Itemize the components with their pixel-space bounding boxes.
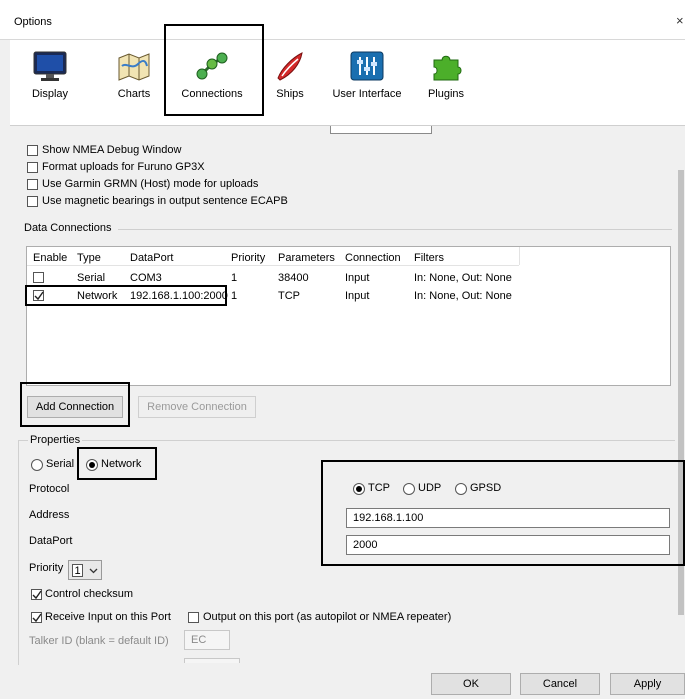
header-divider — [27, 265, 519, 266]
ok-button[interactable]: OK — [431, 673, 511, 695]
options-dialog: Options × Display Charts Connections Shi… — [0, 0, 685, 699]
toolbar-item-display[interactable]: Display — [18, 40, 82, 112]
column-header[interactable]: Filters — [414, 252, 444, 264]
remove-connection-button[interactable]: Remove Connection — [138, 396, 256, 418]
option-label: Use Garmin GRMN (Host) mode for uploads — [42, 178, 259, 190]
toolbar-label: User Interface — [332, 88, 402, 100]
cell-parameters: TCP — [278, 290, 300, 302]
cell-dataport: COM3 — [130, 272, 162, 284]
option-label: Use magnetic bearings in output sentence… — [42, 195, 288, 207]
cut-off-dropdown[interactable] — [330, 126, 432, 134]
output-port-checkbox[interactable] — [188, 612, 199, 623]
apply-button[interactable]: Apply — [610, 673, 685, 695]
column-header[interactable]: Priority — [231, 252, 265, 264]
annotation-box-connections — [164, 24, 264, 116]
ships-icon — [277, 52, 303, 81]
enable-checkbox[interactable] — [33, 272, 44, 283]
receive-input-checkbox[interactable] — [31, 612, 42, 623]
column-header[interactable]: Parameters — [278, 252, 335, 264]
cell-connection: Input — [345, 272, 370, 284]
close-icon[interactable]: × — [676, 13, 684, 28]
category-toolbar: Display Charts Connections Ships User In… — [10, 40, 685, 126]
cancel-button[interactable]: Cancel — [520, 673, 600, 695]
option-label: Format uploads for Furuno GP3X — [42, 161, 205, 173]
option-label: Output on this port (as autopilot or NME… — [203, 611, 452, 623]
toolbar-label: Ships — [276, 88, 304, 100]
option-label: Receive Input on this Port — [45, 611, 171, 623]
checkmark-icon — [32, 613, 42, 623]
user-interface-icon — [350, 51, 384, 81]
title-bar: Options × — [0, 0, 685, 40]
checkbox[interactable] — [27, 162, 38, 173]
address-label: Address — [29, 509, 70, 521]
radio-serial[interactable] — [31, 459, 43, 471]
column-header[interactable]: DataPort — [130, 252, 173, 264]
priority-value: 1 — [72, 564, 83, 577]
protocol-label: Protocol — [29, 483, 70, 495]
group-title: Properties — [28, 434, 83, 446]
cell-type: Serial — [77, 272, 106, 284]
annotation-box-network-radio — [77, 447, 157, 480]
control-checksum-checkbox[interactable] — [31, 589, 42, 600]
annotation-box-protocol-settings — [321, 460, 685, 566]
column-header[interactable]: Connection — [345, 252, 401, 264]
toolbar-label: Display — [31, 88, 69, 100]
cell-priority: 1 — [231, 290, 238, 302]
charts-icon — [118, 53, 150, 81]
toolbar-label: Charts — [117, 88, 151, 100]
column-header[interactable]: Type — [77, 252, 101, 264]
column-header[interactable]: Enable — [33, 252, 67, 264]
cell-connection: Input — [345, 290, 370, 302]
group-title: Data Connections — [24, 222, 112, 234]
toolbar-item-ships[interactable]: Ships — [264, 40, 316, 112]
cut-off-field — [184, 658, 240, 663]
display-icon — [33, 51, 67, 81]
option-label: Control checksum — [45, 588, 134, 600]
annotation-box-network-row — [25, 285, 227, 306]
window-title: Options — [14, 16, 52, 28]
cell-parameters: 38400 — [278, 272, 309, 284]
cell-filters: In: None, Out: None — [414, 272, 512, 284]
priority-label: Priority — [29, 562, 64, 574]
cell-filters: In: None, Out: None — [414, 290, 512, 302]
toolbar-item-charts[interactable]: Charts — [102, 40, 166, 112]
toolbar-item-user-interface[interactable]: User Interface — [326, 40, 408, 112]
cell-priority: 1 — [231, 272, 238, 284]
toolbar-label: Plugins — [427, 88, 465, 100]
checkbox[interactable] — [27, 179, 38, 190]
dataport-label: DataPort — [29, 535, 73, 547]
header-divider — [519, 247, 520, 265]
priority-select[interactable]: 1 — [68, 560, 102, 580]
annotation-box-add-connection — [20, 382, 130, 427]
option-label: Show NMEA Debug Window — [42, 144, 182, 156]
talker-id-label: Talker ID (blank = default ID) — [29, 635, 169, 647]
plugins-icon — [433, 55, 462, 81]
checkbox[interactable] — [27, 145, 38, 156]
talker-id-input[interactable]: EC — [184, 630, 230, 650]
toolbar-item-plugins[interactable]: Plugins — [418, 40, 474, 112]
checkbox[interactable] — [27, 196, 38, 207]
chevron-down-icon — [89, 568, 98, 574]
radio-label: Serial — [46, 458, 75, 470]
checkmark-icon — [32, 590, 42, 600]
connections-list[interactable] — [26, 246, 671, 386]
divider — [118, 229, 672, 230]
